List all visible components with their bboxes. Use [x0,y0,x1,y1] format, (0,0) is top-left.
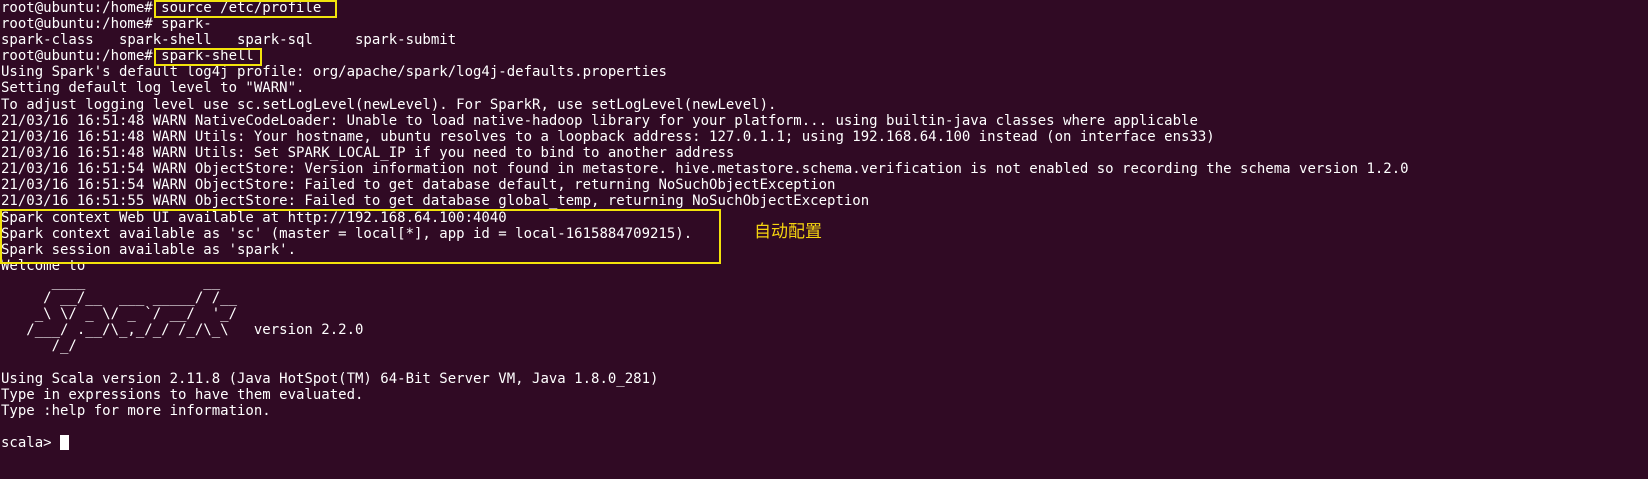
terminal-line: Type in expressions to have them evaluat… [1,387,364,403]
highlight-box-spark-shell-command [154,48,262,66]
terminal-line: 21/03/16 16:51:48 WARN Utils: Set SPARK_… [1,145,735,161]
terminal-line: spark-class spark-shell spark-sql spark-… [1,32,457,48]
terminal-line: 21/03/16 16:51:54 WARN ObjectStore: Fail… [1,177,836,193]
terminal-line: 21/03/16 16:51:48 WARN NativeCodeLoader:… [1,113,1198,129]
ascii-art-line: /_/ [1,338,77,354]
terminal-line: Using Spark's default log4j profile: org… [1,64,667,80]
highlight-box-source-command [154,0,337,18]
ascii-art-line: ____ __ [1,274,221,290]
ascii-art-line: _\ \/ _ \/ _ `/ __/ '_/ [1,306,238,322]
terminal-line: 21/03/16 16:51:54 WARN ObjectStore: Vers… [1,161,1409,177]
terminal-line: root@ubuntu:/home# spark- [1,16,212,32]
highlight-box-auto-config [0,209,721,264]
terminal-line: Type :help for more information. [1,403,271,419]
scala-prompt-line[interactable]: scala> [1,435,70,452]
annotation-label: 自动配置 [754,222,822,242]
text-cursor [60,435,70,450]
terminal-window[interactable]: root@ubuntu:/home# source /etc/profile r… [0,0,1648,479]
terminal-line: 21/03/16 16:51:55 WARN ObjectStore: Fail… [1,193,870,209]
ascii-art-line: /___/ .__/\_,_/_/ /_/\_\ version 2.2.0 [1,322,364,338]
scala-prompt: scala> [1,435,61,451]
terminal-line: 21/03/16 16:51:48 WARN Utils: Your hostn… [1,129,1215,145]
terminal-line: To adjust logging level use sc.setLogLev… [1,97,777,113]
terminal-line: Using Scala version 2.11.8 (Java HotSpot… [1,371,659,387]
terminal-line: Setting default log level to "WARN". [1,80,305,96]
ascii-art-line: / __/__ ___ _____/ /__ [1,290,238,306]
